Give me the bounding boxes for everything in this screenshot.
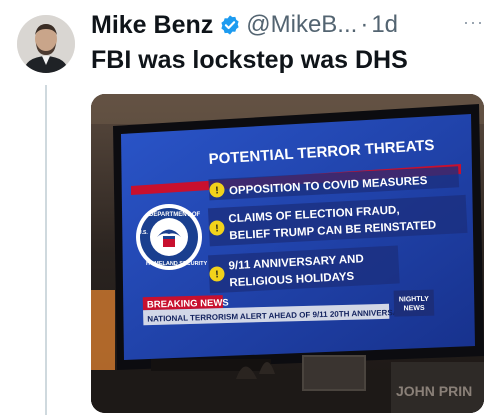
- tweet-media-image[interactable]: POTENTIAL TERROR THREATS DEPARTMENT OF H…: [91, 94, 484, 413]
- tweet-text: FBI was lockstep was DHS: [91, 46, 408, 74]
- avatar-image: [17, 15, 75, 73]
- svg-text:!: !: [215, 185, 219, 196]
- svg-text:!: !: [215, 269, 219, 280]
- verified-badge-icon: [221, 15, 239, 35]
- timestamp[interactable]: 1d: [371, 11, 398, 39]
- svg-text:!: !: [215, 223, 219, 234]
- author-handle[interactable]: @MikeB...: [246, 11, 357, 39]
- poster-text: JOHN PRIN: [396, 383, 472, 399]
- dhs-seal-icon: DEPARTMENT OF HOMELAND SECURITY U.S.: [136, 204, 207, 270]
- author-name[interactable]: Mike Benz: [91, 11, 213, 40]
- network-logo-line1: NIGHTLY: [399, 296, 430, 304]
- seal-left-text: U.S.: [138, 230, 148, 236]
- separator-dot: ·: [360, 11, 369, 38]
- thread-line: [45, 85, 47, 415]
- seal-top-text: DEPARTMENT OF: [149, 212, 201, 218]
- tweet-header: Mike Benz @MikeB... · 1d: [91, 10, 398, 40]
- seal-bottom-text: HOMELAND SECURITY: [146, 261, 207, 267]
- more-options-icon[interactable]: ···: [463, 12, 484, 33]
- network-logo-line2: NEWS: [404, 305, 426, 313]
- avatar[interactable]: [17, 15, 75, 73]
